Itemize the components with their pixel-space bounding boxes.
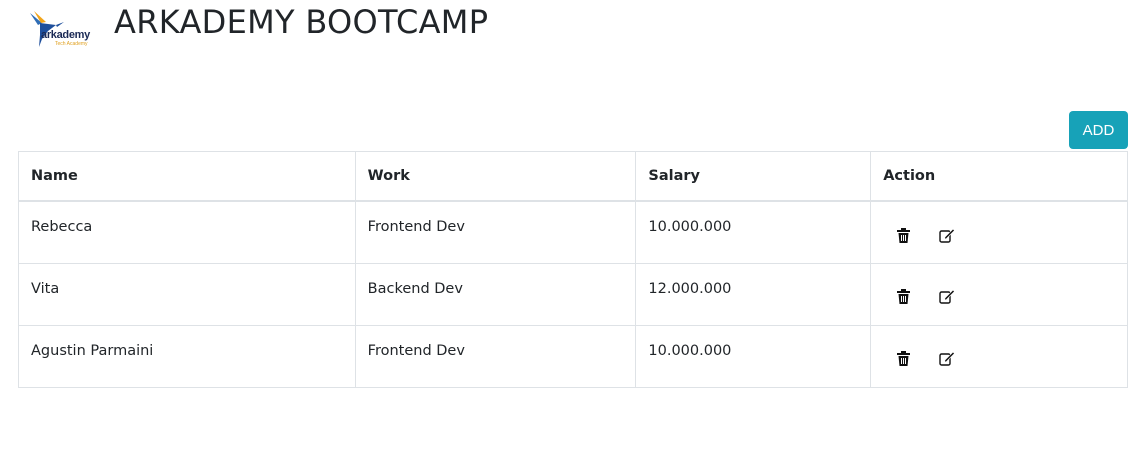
column-header-salary: Salary	[635, 151, 872, 202]
cell-name: Agustin Parmaini	[18, 324, 356, 388]
employee-table: Name Work Salary Action Rebecca Frontend…	[18, 151, 1128, 388]
trash-icon[interactable]	[892, 286, 914, 308]
cell-name: Vita	[18, 262, 356, 326]
table-row: Vita Backend Dev 12.000.000	[18, 262, 1128, 326]
cell-salary: 10.000.000	[635, 200, 872, 264]
cell-action	[870, 324, 1128, 388]
edit-icon[interactable]	[936, 348, 958, 370]
arkademy-logo: arkademy Tech Academy	[26, 9, 108, 53]
header: arkademy Tech Academy ARKADEMY BOOTCAMP	[26, 5, 488, 57]
table-row: Rebecca Frontend Dev 10.000.000	[18, 200, 1128, 264]
column-header-name: Name	[18, 151, 356, 202]
cell-work: Frontend Dev	[354, 200, 637, 264]
page-title: ARKADEMY BOOTCAMP	[114, 3, 489, 42]
cell-action	[870, 200, 1128, 264]
table-row: Agustin Parmaini Frontend Dev 10.000.000	[18, 324, 1128, 388]
logo-tagline: Tech Academy	[55, 41, 88, 47]
cell-work: Backend Dev	[354, 262, 637, 326]
cell-salary: 10.000.000	[635, 324, 872, 388]
column-header-action: Action	[870, 151, 1128, 202]
cell-work: Frontend Dev	[354, 324, 637, 388]
cell-name: Rebecca	[18, 200, 356, 264]
cell-action	[870, 262, 1128, 326]
cell-salary: 12.000.000	[635, 262, 872, 326]
logo-brand-text: arkademy	[41, 29, 90, 41]
trash-icon[interactable]	[892, 224, 914, 246]
edit-icon[interactable]	[936, 286, 958, 308]
edit-icon[interactable]	[936, 224, 958, 246]
column-header-work: Work	[354, 151, 637, 202]
table-header-row: Name Work Salary Action	[18, 151, 1128, 202]
add-button[interactable]: ADD	[1069, 111, 1128, 149]
trash-icon[interactable]	[892, 348, 914, 370]
